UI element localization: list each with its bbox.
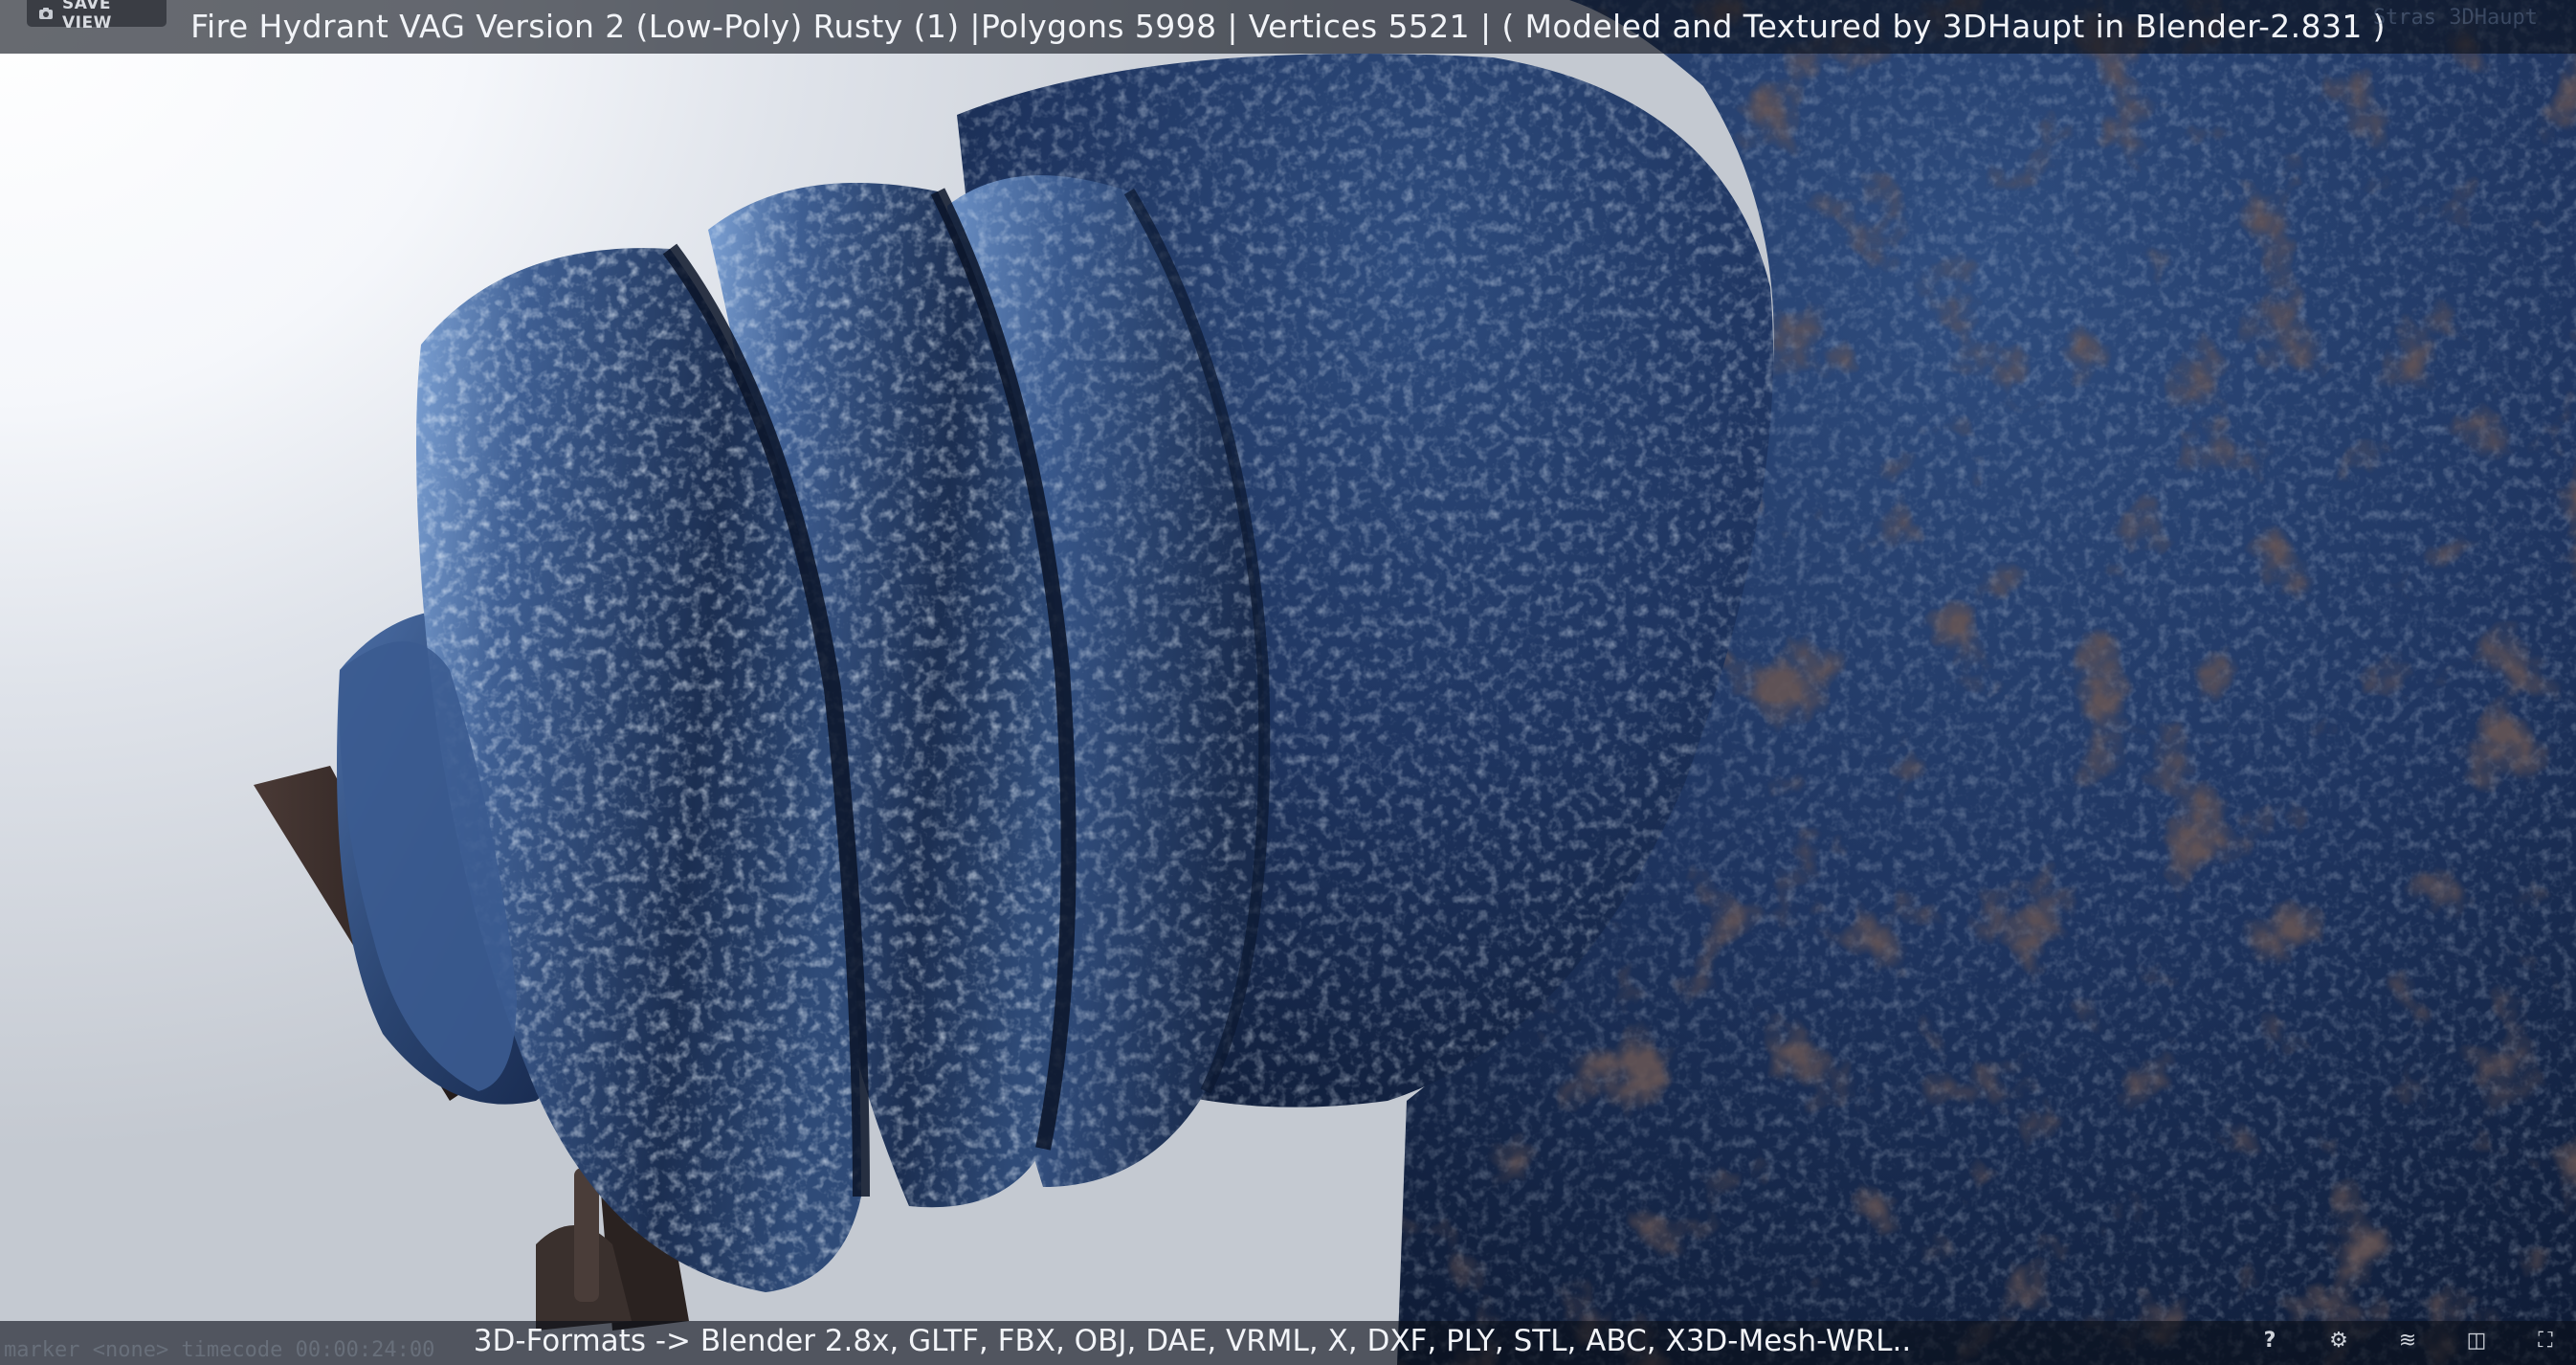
save-view-button[interactable]: SAVE VIEW	[27, 0, 167, 33]
author-ghost-text: Stras 3DHaupt	[2372, 6, 2538, 30]
3d-viewport[interactable]: Fire Hydrant VAG Version 2 (Low-Poly) Ru…	[0, 0, 2576, 1365]
settings-icon[interactable]: ⚙	[2325, 1327, 2352, 1354]
help-icon[interactable]: ?	[2256, 1327, 2283, 1354]
vr-icon[interactable]: ◫	[2463, 1327, 2490, 1354]
model-title: Fire Hydrant VAG Version 2 (Low-Poly) Ru…	[190, 8, 2386, 45]
layers-icon[interactable]: ≋	[2394, 1327, 2421, 1354]
viewer-controls: ? ⚙ ≋ ◫ ⛶	[2256, 1321, 2559, 1359]
title-bar: Fire Hydrant VAG Version 2 (Low-Poly) Ru…	[0, 0, 2576, 54]
formats-caption: 3D-Formats -> Blender 2.8x, GLTF, FBX, O…	[473, 1324, 1912, 1358]
fullscreen-icon[interactable]: ⛶	[2532, 1327, 2559, 1354]
save-view-label: SAVE VIEW	[62, 0, 112, 33]
hydrant-model-render	[254, 0, 2576, 1365]
formats-bar: marker <none> timecode 00:00:24:00 3D-Fo…	[0, 1321, 2576, 1365]
camera-icon	[39, 8, 53, 19]
